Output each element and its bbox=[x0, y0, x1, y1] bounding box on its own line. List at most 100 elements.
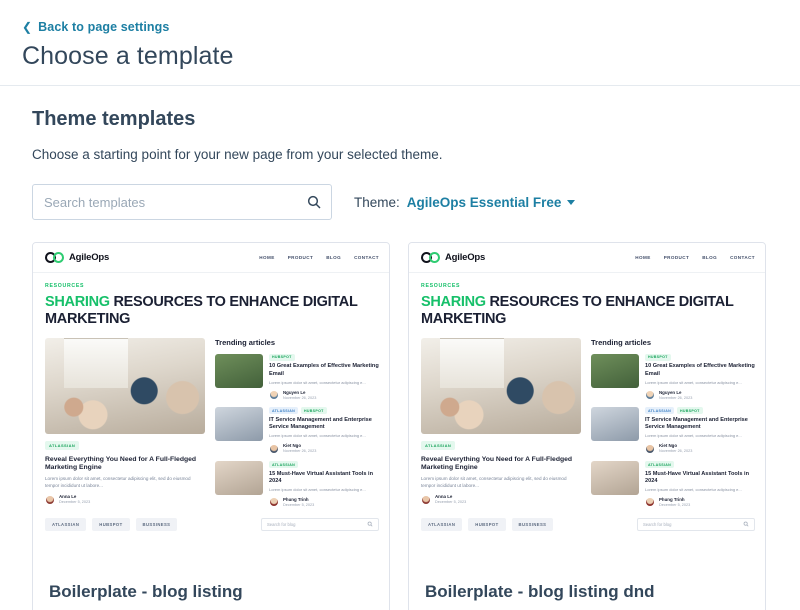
search-icon bbox=[743, 521, 749, 527]
template-grid: AgileOps HOME PRODUCT BLOG CONTACT RESOU… bbox=[0, 220, 800, 610]
chevron-left-icon: ❮ bbox=[22, 20, 33, 34]
featured-tag: ATLASSIAN bbox=[421, 440, 456, 450]
list-item: ATLASSIAN 15 Must-Have Virtual Assistant… bbox=[215, 461, 379, 508]
article-desc: Lorem ipsum dolor sit amet, consectetur … bbox=[269, 433, 366, 439]
article-title: 15 Must-Have Virtual Assistant Tools in … bbox=[269, 470, 374, 484]
trending-title: Trending articles bbox=[591, 337, 652, 347]
nav-link-contact: CONTACT bbox=[730, 255, 755, 260]
logo-text: AgileOps bbox=[445, 252, 486, 263]
template-card[interactable]: AgileOps HOME PRODUCT BLOG CONTACT RESOU… bbox=[32, 242, 390, 610]
article-byline: Kiet Ngo November 26, 2023 bbox=[645, 443, 755, 454]
footer-tag: ATLASSIAN bbox=[45, 517, 87, 531]
tag-badge: HUBSPOT bbox=[645, 353, 671, 361]
preview-nav-links: HOME PRODUCT BLOG CONTACT bbox=[259, 255, 379, 260]
avatar bbox=[645, 390, 655, 401]
preview-logo: AgileOps bbox=[45, 252, 109, 263]
template-preview: AgileOps HOME PRODUCT BLOG CONTACT RESOU… bbox=[409, 243, 765, 568]
footer-tag: BUSSINESS bbox=[511, 517, 554, 531]
hero-image bbox=[45, 337, 205, 434]
publish-date: November 26, 2023 bbox=[659, 449, 693, 454]
avatar bbox=[269, 497, 279, 508]
template-name: Boilerplate - blog listing bbox=[49, 582, 243, 601]
headline-highlight: SHARING bbox=[45, 294, 110, 310]
list-item: ATLASSIAN HUBSPOT IT Service Management … bbox=[215, 407, 379, 454]
preview-footer: ATLASSIAN HUBSPOT BUSSINESS Search for b… bbox=[33, 508, 389, 543]
nav-link-home: HOME bbox=[259, 255, 275, 260]
back-to-page-settings-link[interactable]: ❮ Back to page settings bbox=[22, 20, 169, 34]
tag-badge: HUBSPOT bbox=[269, 353, 295, 361]
footer-tag: ATLASSIAN bbox=[421, 517, 463, 531]
featured-title: Reveal Everything You Need for A Full-Fl… bbox=[45, 455, 197, 472]
preview-eyebrow: RESOURCES bbox=[421, 283, 461, 289]
publish-date: December 5, 2023 bbox=[435, 500, 467, 505]
preview-eyebrow: RESOURCES bbox=[45, 283, 85, 289]
publish-date: November 26, 2023 bbox=[283, 395, 317, 400]
article-title: 10 Great Examples of Effective Marketing… bbox=[645, 363, 755, 377]
article-tags: ATLASSIAN bbox=[645, 461, 755, 469]
section-title: Theme templates bbox=[32, 108, 196, 130]
article-tags: ATLASSIAN HUBSPOT bbox=[645, 407, 755, 415]
preview-headline: SHARING RESOURCES TO ENHANCE DIGITAL MAR… bbox=[45, 294, 379, 329]
chevron-down-icon bbox=[567, 199, 576, 205]
template-name: Boilerplate - blog listing dnd bbox=[425, 582, 655, 601]
preview-navbar: AgileOps HOME PRODUCT BLOG CONTACT bbox=[409, 243, 765, 273]
search-input[interactable] bbox=[33, 185, 331, 219]
nav-link-home: HOME bbox=[635, 255, 651, 260]
list-item: HUBSPOT 10 Great Examples of Effective M… bbox=[215, 353, 379, 401]
article-desc: Lorem ipsum dolor sit amet, consectetur … bbox=[269, 379, 366, 385]
article-byline: Kiet Ngo November 26, 2023 bbox=[269, 443, 379, 454]
preview-columns: ATLASSIAN Reveal Everything You Need for… bbox=[45, 337, 379, 508]
theme-value-label: AgileOps Essential Free bbox=[406, 194, 562, 210]
tag-badge: ATLASSIAN bbox=[269, 461, 298, 469]
publish-date: December 5, 2023 bbox=[59, 500, 91, 505]
publish-date: December 5, 2023 bbox=[659, 502, 691, 507]
footer-tag: HUBSPOT bbox=[468, 517, 506, 531]
headline-highlight: SHARING bbox=[421, 294, 486, 310]
article-title: 15 Must-Have Virtual Assistant Tools in … bbox=[645, 470, 750, 484]
list-item: ATLASSIAN HUBSPOT IT Service Management … bbox=[591, 407, 755, 454]
search-templates-field[interactable] bbox=[32, 184, 332, 220]
theme-dropdown[interactable]: AgileOps Essential Free bbox=[407, 195, 576, 210]
featured-title: Reveal Everything You Need for A Full-Fl… bbox=[421, 455, 573, 472]
article-thumbnail bbox=[215, 461, 263, 496]
footer-tag: HUBSPOT bbox=[92, 517, 130, 531]
featured-byline: Anna Le December 5, 2023 bbox=[421, 494, 581, 505]
preview-navbar: AgileOps HOME PRODUCT BLOG CONTACT bbox=[33, 243, 389, 273]
template-card[interactable]: AgileOps HOME PRODUCT BLOG CONTACT RESOU… bbox=[408, 242, 766, 610]
preview-trending-column: Trending articles HUBSPOT 10 Great Examp… bbox=[591, 338, 755, 508]
article-thumbnail bbox=[591, 353, 639, 388]
article-byline: Phung Trinh December 5, 2023 bbox=[269, 497, 379, 508]
tag-badge: HUBSPOT bbox=[677, 407, 703, 415]
preview-blog-search: Search for blog bbox=[261, 517, 379, 531]
publish-date: December 5, 2023 bbox=[283, 502, 315, 507]
preview-featured-column: ATLASSIAN Reveal Everything You Need for… bbox=[421, 337, 581, 508]
article-thumbnail bbox=[215, 353, 263, 388]
preview-featured-column: ATLASSIAN Reveal Everything You Need for… bbox=[45, 337, 205, 508]
template-preview: AgileOps HOME PRODUCT BLOG CONTACT RESOU… bbox=[33, 243, 389, 568]
trending-title: Trending articles bbox=[215, 337, 276, 347]
preview-trending-column: Trending articles HUBSPOT 10 Great Examp… bbox=[215, 338, 379, 508]
tag-badge: ATLASSIAN bbox=[645, 461, 674, 469]
hero-image bbox=[421, 337, 581, 434]
nav-link-blog: BLOG bbox=[326, 255, 342, 260]
publish-date: November 26, 2023 bbox=[283, 449, 317, 454]
article-desc: Lorem ipsum dolor sit amet, consectetur … bbox=[645, 379, 742, 385]
avatar bbox=[45, 494, 55, 505]
blog-search-placeholder: Search for blog bbox=[267, 521, 296, 527]
templates-controls: Theme: AgileOps Essential Free bbox=[32, 184, 768, 220]
article-title: IT Service Management and Enterprise Ser… bbox=[645, 416, 748, 431]
list-item: HUBSPOT 10 Great Examples of Effective M… bbox=[591, 353, 755, 401]
article-thumbnail bbox=[215, 407, 263, 442]
back-link-label: Back to page settings bbox=[38, 20, 170, 34]
featured-desc: Lorem ipsum dolor sit amet, consectetur … bbox=[421, 476, 567, 488]
nav-link-contact: CONTACT bbox=[354, 255, 379, 260]
avatar bbox=[645, 497, 655, 508]
featured-byline: Anna Le December 5, 2023 bbox=[45, 494, 205, 505]
blog-search-placeholder: Search for blog bbox=[643, 521, 672, 527]
infinity-logo-icon bbox=[421, 252, 440, 263]
mini-site-preview: AgileOps HOME PRODUCT BLOG CONTACT RESOU… bbox=[33, 243, 389, 543]
publish-date: November 26, 2023 bbox=[659, 395, 693, 400]
article-byline: Phung Trinh December 5, 2023 bbox=[645, 497, 755, 508]
article-byline: Nguyen Le November 26, 2023 bbox=[269, 390, 379, 401]
article-desc: Lorem ipsum dolor sit amet, consectetur … bbox=[645, 433, 742, 439]
